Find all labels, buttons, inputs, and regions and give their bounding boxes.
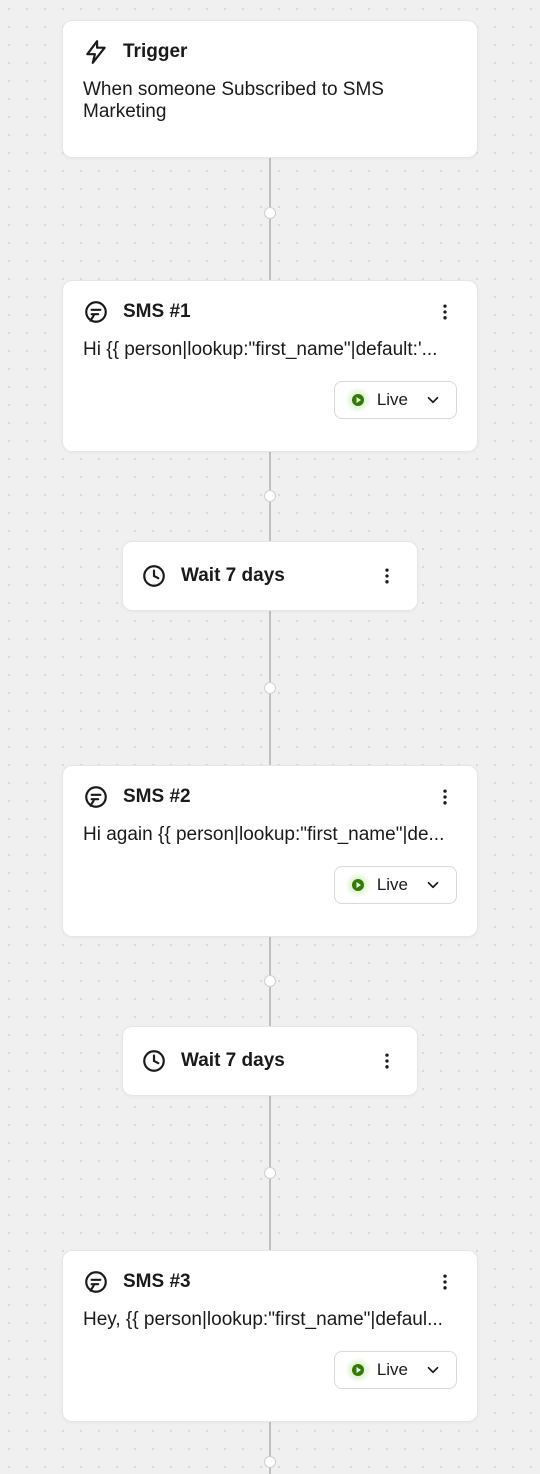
trigger-title: Trigger [123, 41, 457, 63]
more-vertical-icon [435, 302, 455, 322]
more-vertical-icon [435, 787, 455, 807]
sms-title: SMS #3 [123, 1271, 419, 1293]
chevron-down-icon [424, 391, 442, 409]
bolt-icon [83, 39, 109, 65]
more-button[interactable] [375, 1049, 399, 1073]
wait-card-2[interactable]: Wait 7 days [122, 1026, 418, 1096]
sms-preview: Hi again {{ person|lookup:"first_name"|d… [63, 810, 477, 866]
trigger-card[interactable]: Trigger When someone Subscribed to SMS M… [62, 20, 478, 158]
trigger-description: When someone Subscribed to SMS Marketing [63, 65, 477, 143]
sms-preview: Hi {{ person|lookup:"first_name"|default… [63, 325, 477, 381]
wait-title: Wait 7 days [181, 1050, 361, 1072]
sms-card-3[interactable]: SMS #3 Hey, {{ person|lookup:"first_name… [62, 1250, 478, 1422]
sms-bubble-icon [83, 784, 109, 810]
status-dropdown[interactable]: Live [334, 381, 457, 419]
connector [269, 158, 271, 280]
status-dropdown[interactable]: Live [334, 866, 457, 904]
sms-title: SMS #2 [123, 786, 419, 808]
more-button[interactable] [433, 785, 457, 809]
status-label: Live [377, 1360, 408, 1380]
play-circle-icon [349, 1361, 367, 1379]
clock-icon [141, 1048, 167, 1074]
status-label: Live [377, 875, 408, 895]
status-label: Live [377, 390, 408, 410]
status-dropdown[interactable]: Live [334, 1351, 457, 1389]
more-vertical-icon [377, 566, 397, 586]
play-circle-icon [349, 876, 367, 894]
add-step-dot[interactable] [264, 490, 276, 502]
more-vertical-icon [377, 1051, 397, 1071]
add-step-dot[interactable] [264, 1456, 276, 1468]
sms-bubble-icon [83, 299, 109, 325]
flow-canvas[interactable]: Trigger When someone Subscribed to SMS M… [0, 0, 540, 1474]
play-circle-icon [349, 391, 367, 409]
chevron-down-icon [424, 876, 442, 894]
sms-title: SMS #1 [123, 301, 419, 323]
add-step-dot[interactable] [264, 207, 276, 219]
more-button[interactable] [433, 1270, 457, 1294]
sms-card-1[interactable]: SMS #1 Hi {{ person|lookup:"first_name"|… [62, 280, 478, 452]
wait-title: Wait 7 days [181, 565, 361, 587]
add-step-dot[interactable] [264, 682, 276, 694]
more-vertical-icon [435, 1272, 455, 1292]
sms-preview: Hey, {{ person|lookup:"first_name"|defau… [63, 1295, 477, 1351]
add-step-dot[interactable] [264, 975, 276, 987]
more-button[interactable] [375, 564, 399, 588]
clock-icon [141, 563, 167, 589]
sms-card-2[interactable]: SMS #2 Hi again {{ person|lookup:"first_… [62, 765, 478, 937]
add-step-dot[interactable] [264, 1167, 276, 1179]
more-button[interactable] [433, 300, 457, 324]
sms-bubble-icon [83, 1269, 109, 1295]
wait-card-1[interactable]: Wait 7 days [122, 541, 418, 611]
chevron-down-icon [424, 1361, 442, 1379]
